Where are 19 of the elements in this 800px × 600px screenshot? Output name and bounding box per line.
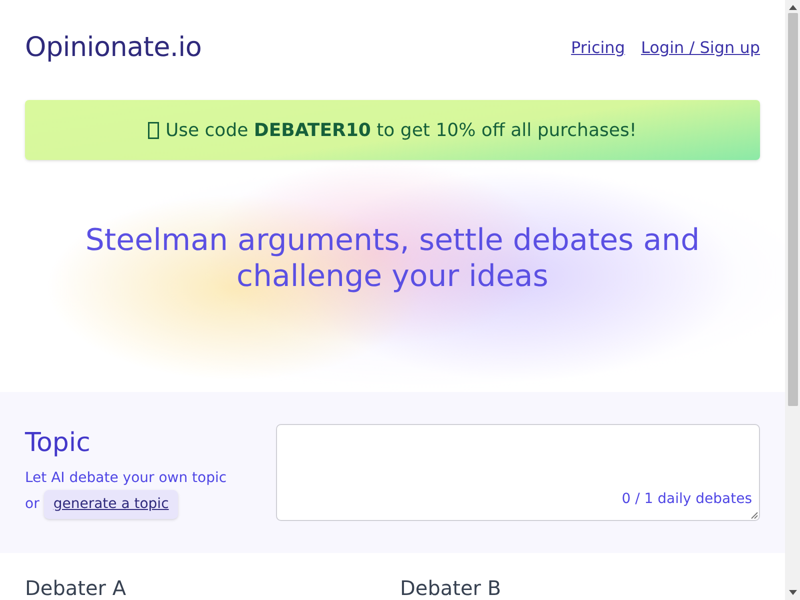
nav-link[interactable]: Pricing <box>571 36 625 60</box>
nav-link[interactable]: Login / Sign up <box>640 36 760 60</box>
or-label: or <box>25 495 40 514</box>
scrollbar-thumb[interactable] <box>788 13 798 406</box>
site-logo[interactable]: Opinionate.io <box>25 28 202 68</box>
missing-glyph-icon <box>148 122 160 138</box>
promo-text: Use code DEBATER10 to get 10% off all purchases! <box>165 118 637 142</box>
debater-title: Debater A <box>25 577 128 599</box>
topic-input[interactable] <box>276 424 760 521</box>
debater-title: Debater B <box>400 577 502 599</box>
scroll-up-arrow-icon[interactable] <box>788 5 796 10</box>
topic-description: Let AI debate your own topic <box>25 469 228 488</box>
scrollbar[interactable] <box>785 0 800 600</box>
scroll-down-arrow-icon[interactable] <box>788 590 796 595</box>
topic-title: Topic <box>25 427 92 459</box>
generate-topic-button[interactable]: generate a topic <box>44 490 178 519</box>
daily-debates-counter: 0 / 1 daily debates <box>622 490 752 509</box>
resize-handle-icon[interactable] <box>751 512 758 519</box>
hero-heading: Steelman arguments, settle debates and challenge your ideas <box>84 223 701 295</box>
